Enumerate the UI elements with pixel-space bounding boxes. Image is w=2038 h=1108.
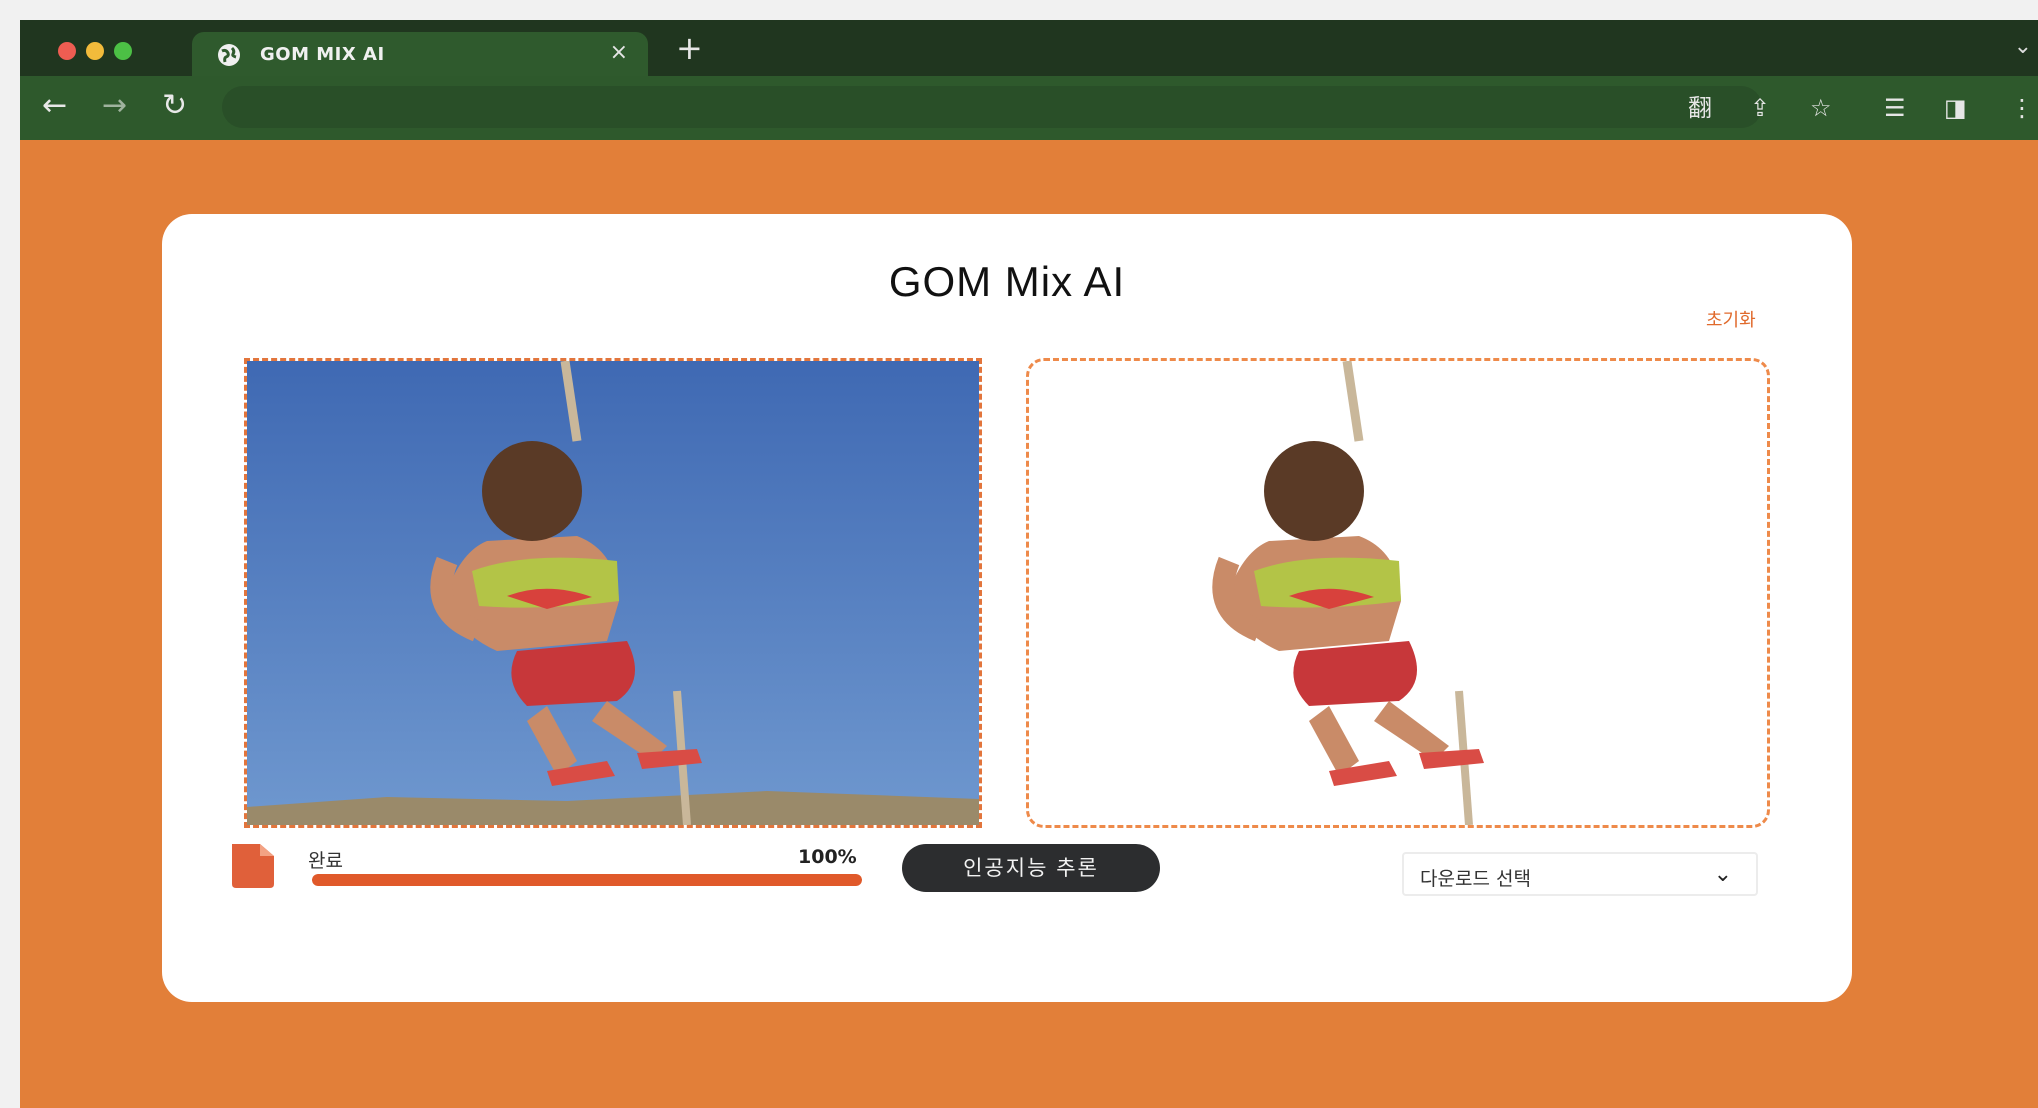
app-title: GOM Mix AI: [888, 258, 1126, 305]
file-icon: [232, 844, 274, 888]
side-panel-icon[interactable]: ◨: [1944, 94, 1967, 122]
tab-search-chevron-icon[interactable]: ⌄: [2014, 34, 2032, 59]
tab-gom-mix-ai[interactable]: GOM MIX AI ×: [192, 32, 648, 76]
result-image-panel: [1026, 358, 1770, 828]
address-bar[interactable]: [222, 86, 1762, 128]
globe-icon: [218, 44, 240, 66]
app-card: GOM Mix AI 초기화 완료 100% 인공지능 추론 다운로드 선택 ⌄: [162, 214, 1852, 1002]
close-window-button[interactable]: [58, 42, 76, 60]
reload-icon[interactable]: ↻: [162, 88, 187, 124]
maximize-window-button[interactable]: [114, 42, 132, 60]
browser-window: GOM MIX AI × + ⌄ ← → ↻ 翻 ⇪ ☆ ☰ ◨ ⋮ GOM M…: [20, 20, 2038, 1108]
progress-bar: [312, 874, 862, 886]
tab-close-icon[interactable]: ×: [610, 40, 628, 65]
progress-percent: 100%: [798, 846, 857, 868]
browser-menu-icon[interactable]: ⋮: [2010, 94, 2034, 122]
status-text: 완료: [308, 850, 343, 872]
progress-fill: [312, 874, 862, 886]
download-select-value: 다운로드 선택: [1420, 868, 1531, 890]
download-select[interactable]: 다운로드 선택 ⌄: [1402, 852, 1758, 896]
translate-icon[interactable]: 翻: [1688, 94, 1712, 122]
bookmark-star-icon[interactable]: ☆: [1810, 94, 1832, 122]
tab-title: GOM MIX AI: [260, 44, 385, 65]
reset-link[interactable]: 초기화: [1706, 306, 1756, 332]
ai-inference-button[interactable]: 인공지능 추론: [902, 844, 1160, 892]
minimize-window-button[interactable]: [86, 42, 104, 60]
original-image: [247, 361, 979, 825]
chevron-down-icon: ⌄: [1713, 862, 1732, 887]
reading-list-icon[interactable]: ☰: [1884, 94, 1906, 122]
original-image-dropzone[interactable]: [244, 358, 982, 828]
forward-icon[interactable]: →: [102, 88, 127, 124]
tab-bar: GOM MIX AI × + ⌄: [20, 20, 2038, 76]
background-removed-image: [1212, 360, 1484, 826]
new-tab-button[interactable]: +: [676, 30, 703, 66]
share-icon[interactable]: ⇪: [1750, 94, 1770, 122]
back-icon[interactable]: ←: [42, 88, 67, 124]
browser-toolbar: ← → ↻ 翻 ⇪ ☆ ☰ ◨ ⋮: [20, 76, 2038, 140]
